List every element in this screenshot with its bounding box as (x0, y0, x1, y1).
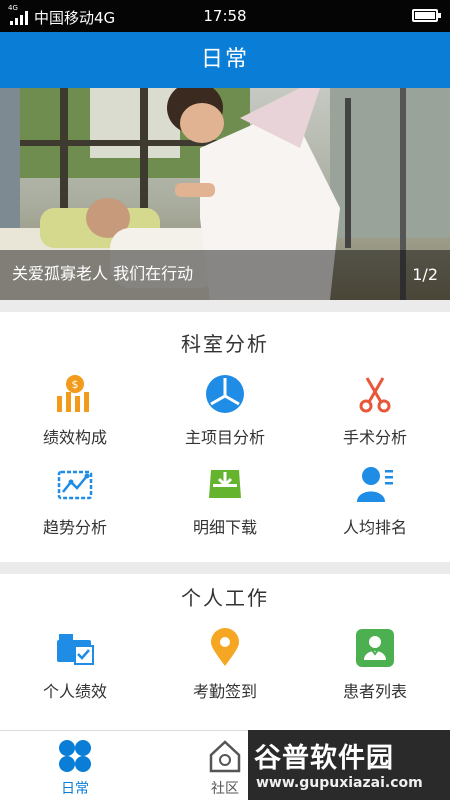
svg-text:$: $ (72, 378, 79, 391)
grid-item-surgery-analysis[interactable]: 手术分析 (300, 374, 450, 454)
grid-item-attendance-checkin[interactable]: 考勤签到 (150, 628, 300, 708)
status-bar: 4G 中国移动4G 17:58 (0, 0, 450, 32)
grid-item-label: 考勤签到 (192, 682, 257, 701)
personal-performance-icon (57, 634, 94, 665)
grid-item-main-project-analysis[interactable]: 主项目分析 (150, 374, 300, 454)
divider (0, 562, 450, 574)
grid-item-label: 绩效构成 (42, 428, 107, 447)
section-title-personal-work: 个人工作 (181, 586, 269, 610)
tab-label: 日常 (61, 781, 89, 797)
grid-item-trend-analysis[interactable]: 趋势分析 (0, 464, 150, 544)
page-title: 日常 (0, 32, 450, 88)
divider (0, 300, 450, 312)
section-title-department-analysis: 科室分析 (181, 332, 269, 356)
house-icon (209, 740, 241, 773)
pie-chart-icon (206, 375, 244, 413)
grid-item-label: 趋势分析 (42, 518, 107, 537)
grid-item-detail-download[interactable]: 明细下载 (150, 464, 300, 544)
location-pin-icon (211, 628, 239, 666)
scissors-icon (359, 377, 391, 413)
patient-list-icon (356, 629, 394, 667)
grid-item-per-capita-ranking[interactable]: 人均排名 (300, 464, 450, 544)
trend-line-icon (57, 470, 93, 500)
grid-item-label: 手术分析 (342, 428, 407, 447)
performance-chart-icon: $ (57, 375, 89, 412)
tab-daily[interactable]: 日常 (0, 731, 150, 801)
grid-item-label: 明细下载 (192, 518, 257, 537)
download-tray-icon (209, 470, 241, 498)
watermark-url: www.gupuxiazai.com (256, 775, 423, 791)
watermark-brand: 谷普软件园 (254, 743, 394, 774)
grid-item-label: 患者列表 (342, 682, 407, 701)
banner-pager: 1/2 (412, 265, 438, 284)
grid-item-label: 个人绩效 (42, 682, 107, 701)
clock: 17:58 (203, 7, 247, 25)
user-ranking-icon (357, 467, 393, 502)
grid-icon (59, 740, 91, 772)
banner-caption: 关爱孤寡老人 我们在行动 (12, 264, 194, 283)
banner-carousel[interactable]: 关爱孤寡老人 我们在行动 1/2 (0, 88, 450, 300)
battery-icon (412, 9, 441, 22)
watermark-overlay: 谷普软件园 www.gupuxiazai.com (248, 730, 450, 800)
grid-item-patient-list[interactable]: 患者列表 (300, 628, 450, 708)
grid-item-performance-composition[interactable]: $ 绩效构成 (0, 374, 150, 454)
grid-item-label: 主项目分析 (184, 428, 265, 447)
grid-item-label: 人均排名 (342, 518, 407, 537)
grid-item-personal-performance[interactable]: 个人绩效 (0, 628, 150, 708)
